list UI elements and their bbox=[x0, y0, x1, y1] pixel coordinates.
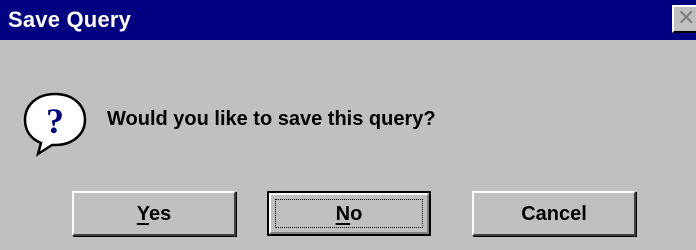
cancel-button-label: Cancel bbox=[521, 203, 587, 225]
svg-text:?: ? bbox=[46, 101, 64, 141]
yes-button-label: Yes bbox=[136, 203, 172, 225]
save-query-dialog: Save Query ✕ ? Would you like to save th… bbox=[0, 0, 696, 250]
window-title: Save Query bbox=[8, 7, 132, 32]
title-bar[interactable]: Save Query ✕ bbox=[0, 0, 696, 40]
message-text: Would you like to save this query? bbox=[107, 108, 436, 130]
no-button[interactable]: No bbox=[267, 191, 431, 236]
close-icon: ✕ bbox=[677, 6, 696, 31]
no-button-label: No bbox=[335, 203, 363, 225]
question-icon: ? bbox=[23, 92, 87, 157]
close-button[interactable]: ✕ bbox=[672, 5, 696, 33]
yes-button[interactable]: Yes bbox=[72, 191, 236, 236]
cancel-button[interactable]: Cancel bbox=[472, 191, 636, 236]
